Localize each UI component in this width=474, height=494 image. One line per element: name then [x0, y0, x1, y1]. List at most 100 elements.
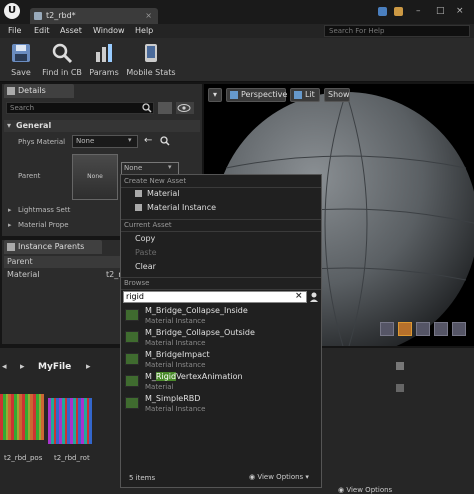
find-in-cb-label: Find in CB — [42, 68, 82, 77]
category-general[interactable]: General — [4, 120, 200, 132]
user-filter-icon[interactable] — [309, 291, 319, 303]
preview-cube-icon[interactable] — [434, 322, 448, 336]
list-item[interactable]: M_SimpleRBD Material Instance — [125, 394, 315, 416]
viewport-menu-button[interactable]: ▾ — [208, 88, 222, 102]
preview-plane-icon[interactable] — [416, 322, 430, 336]
menu-window[interactable]: Window — [93, 24, 125, 38]
mobile-stats-icon — [145, 44, 157, 62]
perspective-icon — [230, 91, 238, 99]
save-label: Save — [11, 68, 31, 77]
title-bar: U t2_rbd* × – □ × — [0, 0, 474, 24]
save-button[interactable]: Save — [4, 40, 38, 80]
details-search-input[interactable]: Search — [6, 102, 154, 114]
result-name: M_Bridge_Collapse_Outside — [145, 328, 255, 337]
menu-edit[interactable]: Edit — [34, 24, 50, 38]
preview-sphere-icon[interactable] — [398, 322, 412, 336]
browse-search-icon[interactable] — [160, 136, 170, 146]
asset-thumbnail-pos[interactable] — [0, 394, 44, 440]
document-tab[interactable]: t2_rbd* × — [30, 8, 158, 24]
list-item[interactable]: M_BridgeImpact Material Instance — [125, 350, 315, 372]
row-material: Material — [7, 270, 40, 279]
asset-thumbnail-rot[interactable] — [48, 398, 92, 444]
create-material-instance-label: Material Instance — [147, 203, 217, 212]
view-options-button[interactable]: ◉ View Options ▾ — [249, 473, 309, 481]
eye-view-options-icon[interactable] — [176, 102, 194, 114]
parent-dropdown-arrow-icon: ▾ — [168, 163, 172, 171]
notification-icon[interactable] — [378, 7, 387, 16]
lit-icon — [294, 91, 302, 99]
close-tab-icon[interactable]: × — [145, 8, 152, 24]
instance-parents-tab[interactable]: Instance Parents — [4, 240, 102, 254]
result-type: Material Instance — [145, 317, 206, 325]
result-name: M_BridgeImpact — [145, 350, 210, 359]
use-selected-arrow-icon[interactable]: ← — [144, 135, 152, 146]
close-window-button[interactable]: × — [456, 6, 464, 16]
minimize-button[interactable]: – — [416, 6, 421, 16]
asset-label-rot: t2_rbd_rot — [54, 454, 90, 462]
perspective-label: Perspective — [241, 90, 288, 99]
result-type: Material Instance — [145, 339, 206, 347]
lock-icon[interactable] — [396, 362, 404, 370]
document-tab-title: t2_rbd* — [46, 11, 76, 20]
paste-item[interactable]: Paste — [135, 248, 157, 257]
material-property-category[interactable]: Material Prope — [18, 221, 69, 229]
lit-button[interactable]: Lit — [290, 88, 320, 102]
divider — [121, 277, 321, 278]
browse-search-input[interactable]: rigid — [123, 291, 307, 303]
result-name-suffix: VertexAnimation — [176, 372, 243, 381]
material-instance-icon — [135, 204, 142, 211]
perspective-button[interactable]: Perspective — [226, 88, 288, 102]
asset-label-pos: t2_rbd_pos — [4, 454, 43, 462]
divider — [121, 187, 321, 188]
collapse-icon[interactable] — [396, 384, 404, 392]
divider — [121, 289, 321, 290]
expand-arrow-icon[interactable]: ▸ — [8, 221, 12, 229]
folder-icon: ▸ — [20, 362, 25, 372]
create-material-instance-item[interactable]: Material Instance — [135, 203, 315, 212]
details-tab[interactable]: Details — [4, 84, 74, 98]
material-thumbnail — [125, 397, 139, 409]
mobile-stats-label: Mobile Stats — [126, 68, 176, 77]
cb-view-options-button[interactable]: ◉ View Options — [338, 486, 392, 494]
instance-parents-tab-label: Instance Parents — [18, 242, 85, 251]
dropdown-arrow-icon: ▾ — [128, 136, 132, 144]
person-icon — [310, 292, 318, 302]
mobile-stats-button[interactable]: Mobile Stats — [126, 40, 176, 80]
result-name: M_RigidVertexAnimation — [145, 372, 243, 381]
menu-asset[interactable]: Asset — [60, 24, 82, 38]
find-in-cb-button[interactable]: Find in CB — [40, 40, 84, 80]
property-matrix-icon[interactable] — [158, 102, 172, 114]
create-material-item[interactable]: Material — [135, 189, 315, 198]
maximize-button[interactable]: □ — [436, 6, 445, 16]
copy-item[interactable]: Copy — [135, 234, 155, 243]
content-folder-label[interactable]: MyFile — [38, 362, 71, 372]
cb-view-options-label: View Options — [346, 486, 393, 494]
dropdown-arrow-icon: ▾ — [303, 473, 309, 481]
menu-file[interactable]: File — [8, 24, 21, 38]
params-button[interactable]: Params — [88, 40, 120, 80]
parent-thumbnail[interactable]: None — [72, 154, 118, 200]
lightmass-settings-category[interactable]: Lightmass Sett — [18, 206, 70, 214]
menu-help[interactable]: Help — [135, 24, 153, 38]
asset-picker-popup: Create New Asset Material Material Insta… — [120, 174, 322, 488]
clear-item[interactable]: Clear — [135, 262, 156, 271]
search-icon — [142, 103, 152, 113]
path-arrow-icon[interactable]: ▸ — [86, 362, 91, 372]
preview-mesh-icon[interactable] — [452, 322, 466, 336]
lit-label: Lit — [305, 90, 315, 99]
toolbar: Save Find in CB Params Mobile Stats — [0, 38, 474, 82]
expand-arrow-icon[interactable]: ▸ — [8, 206, 12, 214]
preview-cylinder-icon[interactable] — [380, 322, 394, 336]
result-name-prefix: M_ — [145, 372, 156, 381]
feedback-icon[interactable] — [394, 7, 403, 16]
list-item[interactable]: M_RigidVertexAnimation Material — [125, 372, 315, 394]
collapse-arrow-icon[interactable]: ▾ — [7, 121, 11, 130]
clear-search-icon[interactable]: × — [295, 291, 303, 301]
view-options-label: View Options — [257, 473, 304, 481]
list-item[interactable]: M_Bridge_Collapse_Inside Material Instan… — [125, 306, 315, 328]
show-button[interactable]: Show — [324, 88, 350, 102]
back-arrow-icon[interactable]: ◂ — [2, 362, 7, 372]
list-item[interactable]: M_Bridge_Collapse_Outside Material Insta… — [125, 328, 315, 350]
create-new-asset-header: Create New Asset — [124, 177, 187, 185]
search-help-input[interactable]: Search For Help — [324, 25, 470, 37]
